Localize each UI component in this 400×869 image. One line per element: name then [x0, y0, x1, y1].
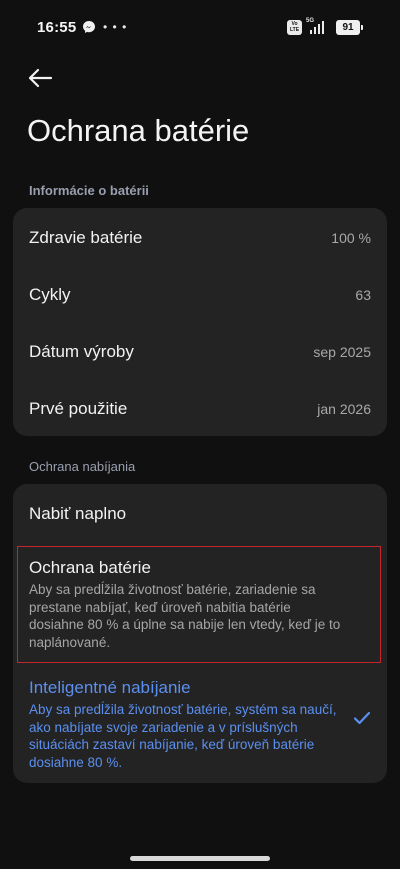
- status-icons: Vo LTE 5G 91: [287, 18, 363, 36]
- battery-info-section-label: Informácie o batérii: [29, 183, 149, 198]
- smart-charging-option[interactable]: Inteligentné nabíjanie Aby sa predĺžila …: [13, 670, 387, 783]
- battery-info-card: Zdravie batérie 100 % Cykly 63 Dátum výr…: [13, 208, 387, 436]
- first-use-label: Prvé použitie: [29, 398, 128, 418]
- cycles-value: 63: [355, 286, 371, 303]
- smart-charging-title: Inteligentné nabíjanie: [29, 678, 191, 697]
- status-time: 16:55: [37, 19, 77, 36]
- manufacture-date-row[interactable]: Dátum výroby sep 2025: [13, 323, 387, 380]
- check-icon: [353, 711, 371, 725]
- battery-protection-option[interactable]: Ochrana batérie Aby sa predĺžila životno…: [13, 546, 387, 663]
- full-charge-title: Nabiť naplno: [29, 504, 127, 523]
- back-arrow-icon: [28, 68, 53, 88]
- status-bar: 16:55 • • • Vo LTE 5G 91: [0, 0, 400, 56]
- battery-protection-title: Ochrana batérie: [29, 558, 151, 577]
- smart-charging-description: Aby sa predĺžila životnosť batérie, syst…: [29, 702, 337, 770]
- page-title: Ochrana batérie: [27, 113, 250, 148]
- cycles-label: Cykly: [29, 284, 71, 304]
- charging-protection-section-label: Ochrana nabíjania: [29, 459, 136, 474]
- signal-icon: 5G: [306, 18, 328, 35]
- cycles-row[interactable]: Cykly 63: [13, 266, 387, 323]
- volte-icon: Vo LTE: [287, 19, 302, 35]
- messenger-icon: [83, 21, 95, 33]
- notification-dots: • • •: [103, 20, 128, 34]
- manufacture-date-value: sep 2025: [313, 343, 371, 360]
- battery-health-label: Zdravie batérie: [29, 227, 143, 247]
- network-type: 5G: [306, 18, 315, 24]
- full-charge-option[interactable]: Nabiť naplno: [13, 484, 387, 542]
- charging-protection-card: Nabiť naplno Ochrana batérie Aby sa pred…: [13, 484, 387, 783]
- manufacture-date-label: Dátum výroby: [29, 341, 134, 361]
- first-use-row[interactable]: Prvé použitie jan 2026: [13, 380, 387, 437]
- first-use-value: jan 2026: [317, 400, 371, 417]
- battery-health-row[interactable]: Zdravie batérie 100 %: [13, 209, 387, 266]
- back-button[interactable]: [22, 62, 58, 94]
- battery-icon: 91: [336, 19, 363, 35]
- home-indicator[interactable]: [130, 856, 270, 861]
- battery-protection-description: Aby sa predĺžila životnosť batérie, zari…: [29, 582, 341, 650]
- battery-health-value: 100 %: [331, 229, 371, 246]
